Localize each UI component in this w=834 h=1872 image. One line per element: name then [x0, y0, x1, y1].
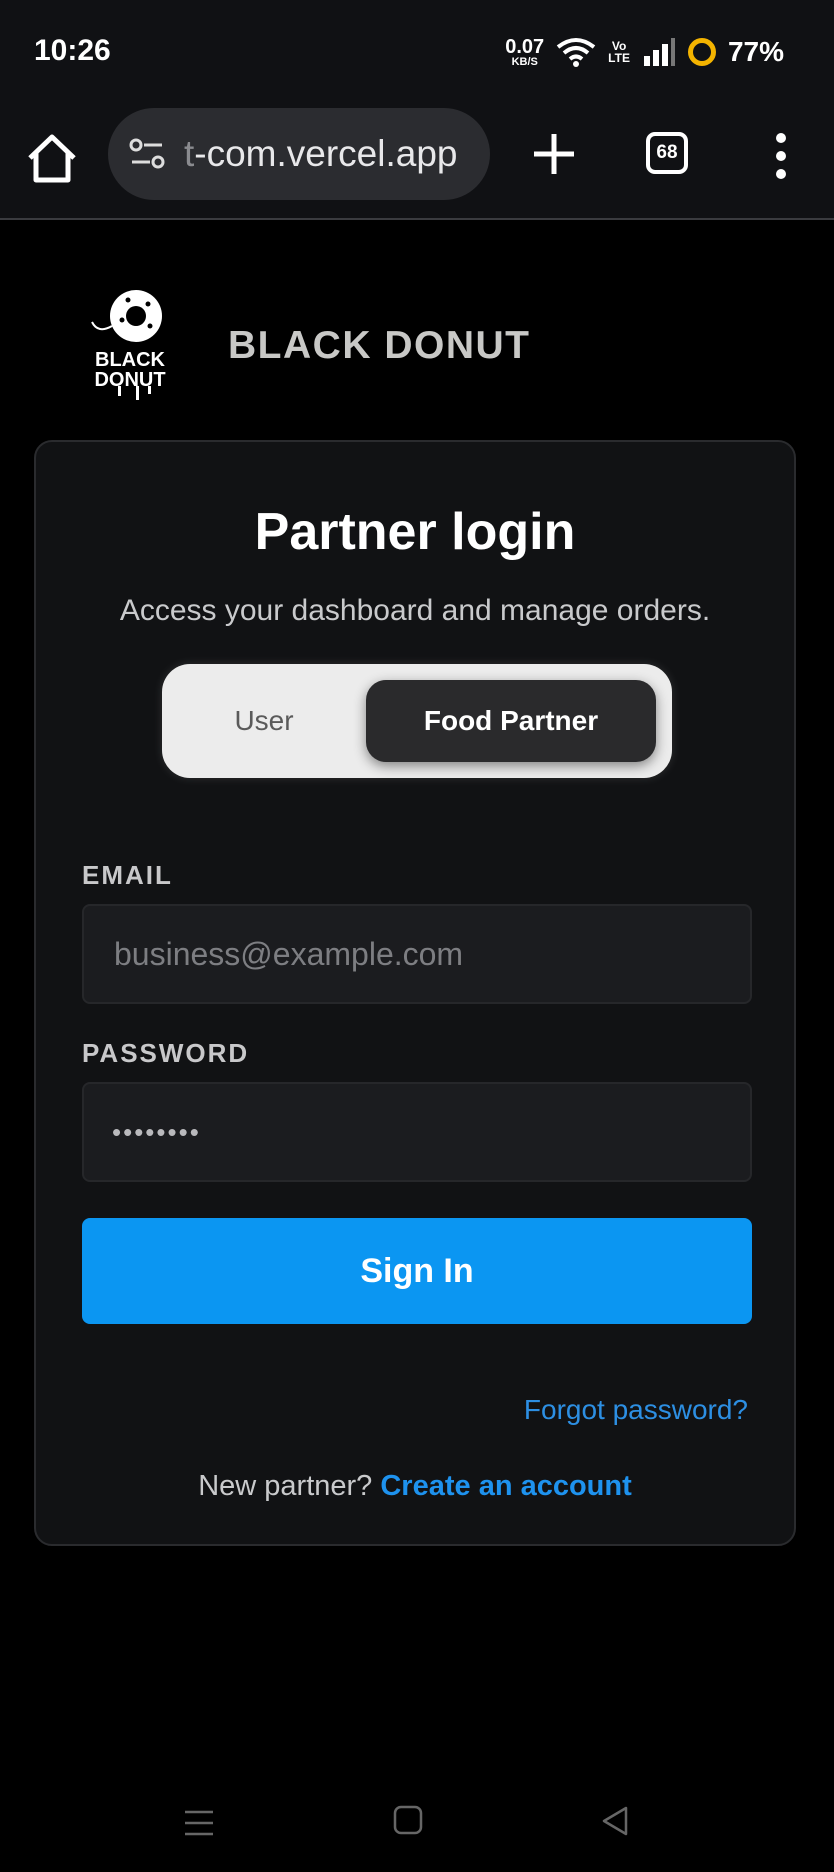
status-bar: 10:26 0.07 KB/S Vo LTE 77%	[0, 0, 834, 100]
signal-icon	[643, 38, 675, 66]
create-account-link[interactable]: Create an account	[380, 1470, 631, 1502]
forgot-password-link[interactable]: Forgot password?	[524, 1394, 748, 1426]
status-icons: 0.07 KB/S Vo LTE 77%	[505, 30, 784, 74]
url-prefix: t	[184, 133, 195, 174]
email-field-box[interactable]	[82, 904, 752, 1004]
address-bar[interactable]: t-com.vercel.app	[108, 108, 490, 200]
email-label: EMAIL	[82, 860, 173, 890]
new-partner-row: New partner? Create an account	[36, 1470, 794, 1503]
battery-percent: 77%	[727, 36, 784, 67]
network-speed-unit: KB/S	[511, 55, 538, 68]
password-field[interactable]: ••••••••	[82, 1082, 752, 1182]
status-time: 10:26	[34, 34, 111, 67]
brand-name: BLACK DONUT	[228, 324, 531, 367]
password-label: PASSWORD	[82, 1038, 250, 1068]
volte-indicator: Vo LTE	[608, 40, 630, 64]
recent-apps-icon[interactable]	[182, 1806, 216, 1840]
sign-in-button[interactable]: Sign In	[82, 1218, 752, 1324]
role-user-tab[interactable]: User	[162, 664, 366, 778]
page-title: Partner login	[254, 503, 576, 561]
back-triangle-icon[interactable]	[598, 1804, 632, 1838]
brand-logo: BLACK DONUT	[91, 290, 166, 400]
new-partner-text: New partner?	[198, 1470, 373, 1502]
kebab-menu-icon[interactable]	[764, 128, 798, 184]
role-toggle: User Food Partner	[162, 664, 672, 778]
plus-icon[interactable]	[524, 124, 584, 184]
home-square-icon[interactable]	[392, 1804, 424, 1836]
system-nav-bar	[0, 1790, 834, 1872]
wifi-icon	[556, 38, 596, 67]
volte-bottom: LTE	[608, 51, 630, 65]
home-icon[interactable]	[24, 130, 80, 186]
logo-text-line2: DONUT	[94, 369, 165, 391]
site-settings-icon[interactable]	[128, 135, 166, 173]
network-speed: 0.07 KB/S	[505, 37, 544, 68]
page-subtitle: Access your dashboard and manage orders.	[119, 594, 711, 627]
password-value: ••••••••	[112, 1116, 201, 1147]
role-food-partner-tab[interactable]: Food Partner	[366, 680, 656, 762]
browser-toolbar: t-com.vercel.app 68	[0, 100, 834, 220]
tab-switcher-icon[interactable]: 68	[646, 132, 688, 174]
logo-text-line1: BLACK	[95, 349, 166, 371]
url-main: -com.vercel.app	[194, 133, 458, 174]
url-text[interactable]: t-com.vercel.app	[184, 133, 458, 175]
network-speed-value: 0.07	[505, 35, 545, 58]
email-field[interactable]	[112, 934, 750, 974]
tab-count: 68	[656, 142, 678, 163]
battery-ring-icon	[687, 38, 716, 66]
login-card: Partner login Access your dashboard and …	[34, 440, 796, 1546]
